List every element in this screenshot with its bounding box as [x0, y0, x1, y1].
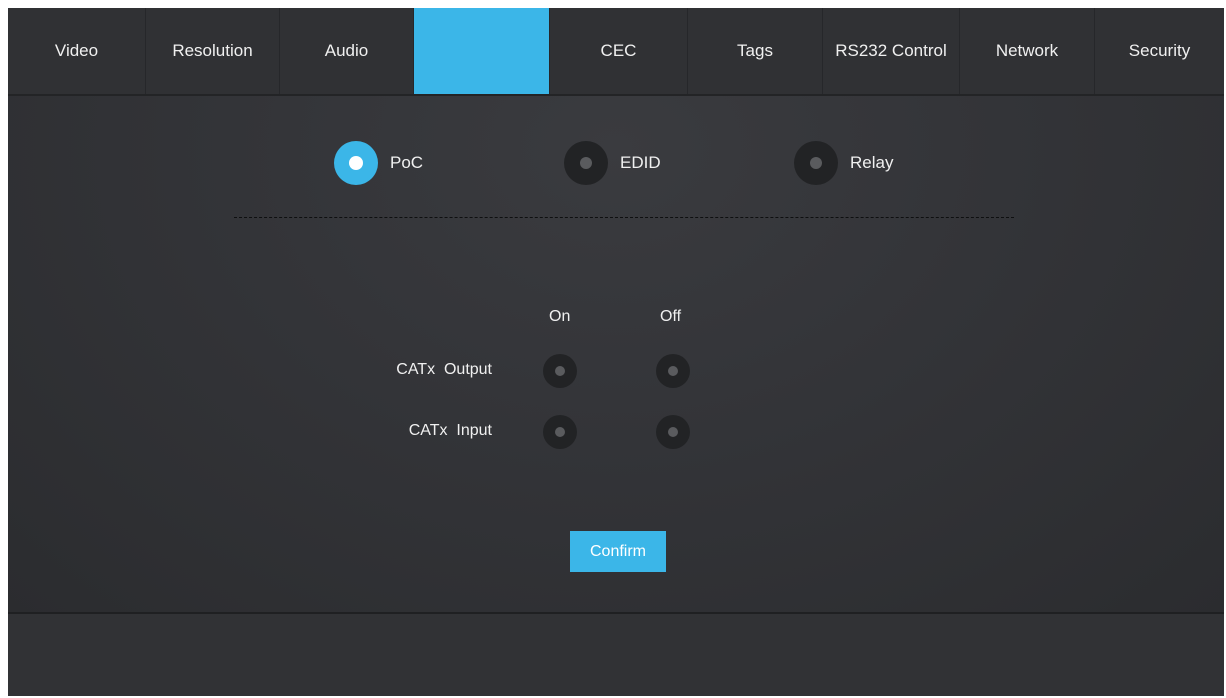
- confirm-button[interactable]: Confirm: [570, 531, 666, 572]
- on-column-header: On: [549, 308, 571, 325]
- tab-resolution[interactable]: Resolution: [146, 8, 280, 94]
- tab-audio[interactable]: Audio: [280, 8, 414, 94]
- tab-cec[interactable]: CEC: [550, 8, 688, 94]
- mode-edid-option[interactable]: EDID: [564, 141, 661, 185]
- catx-output-label: CATx Output: [396, 361, 492, 378]
- tab-tags[interactable]: Tags: [688, 8, 823, 94]
- tab-active-unlabeled[interactable]: [414, 8, 550, 94]
- poc-radio-icon[interactable]: [334, 141, 378, 185]
- mode-edid-label: EDID: [620, 153, 661, 172]
- catx-input-label: CATx Input: [408, 422, 492, 439]
- tab-network[interactable]: Network: [960, 8, 1095, 94]
- mode-relay-option[interactable]: Relay: [794, 141, 893, 185]
- mode-poc-option[interactable]: PoC: [334, 141, 423, 185]
- footer-bar: [8, 614, 1224, 696]
- catx-output-on-radio-icon[interactable]: [543, 354, 577, 388]
- catx-output-off-radio-icon[interactable]: [656, 354, 690, 388]
- catx-input-on-radio-icon[interactable]: [543, 415, 577, 449]
- edid-radio-icon[interactable]: [564, 141, 608, 185]
- mode-relay-label: Relay: [850, 153, 894, 172]
- tab-bar: Video Resolution Audio CEC Tags RS232 Co…: [8, 8, 1224, 96]
- settings-panel: PoC EDID Relay On Off CATx Output CATx I…: [8, 96, 1224, 614]
- mode-poc-label: PoC: [390, 153, 424, 172]
- tab-security[interactable]: Security: [1095, 8, 1224, 94]
- tab-video[interactable]: Video: [8, 8, 146, 94]
- tab-rs232-control[interactable]: RS232 Control: [823, 8, 960, 94]
- section-divider: [234, 217, 1014, 218]
- off-column-header: Off: [660, 308, 682, 325]
- app-window: Video Resolution Audio CEC Tags RS232 Co…: [8, 8, 1224, 696]
- catx-input-off-radio-icon[interactable]: [656, 415, 690, 449]
- relay-radio-icon[interactable]: [794, 141, 838, 185]
